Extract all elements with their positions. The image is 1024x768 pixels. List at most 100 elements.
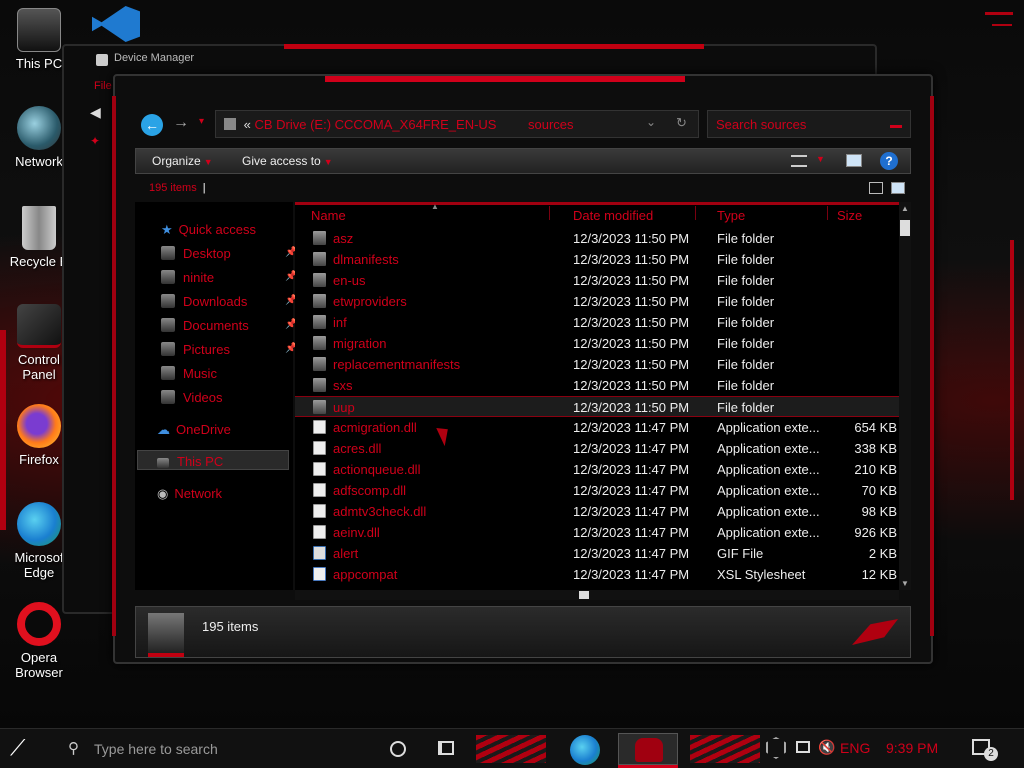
file-row[interactable]: aeinv.dll 12/3/2023 11:47 PM Application e…	[295, 522, 899, 543]
scroll-down-icon[interactable]: ▼	[901, 579, 909, 588]
organize-button[interactable]: Organize ▼	[152, 154, 213, 168]
address-bar[interactable]: « CB Drive (E:) CCCOMA_X64FRE_EN-US sour…	[215, 110, 699, 138]
file-date-modified: 12/3/2023 11:50 PM	[573, 400, 690, 415]
nav-item-ninite[interactable]: ninite 📌	[161, 270, 311, 285]
view-dropdown-icon[interactable]: ▼	[816, 154, 825, 164]
breadcrumb-current[interactable]: sources	[528, 117, 574, 132]
navigation-pane: ★ Quick access Desktop 📌 ninite 📌 Downloads…	[135, 202, 297, 590]
nav-quick-access[interactable]: ★ Quick access	[161, 222, 256, 238]
nav-onedrive[interactable]: ☁ OneDrive	[157, 422, 231, 438]
chevron-down-icon[interactable]: ⌄	[646, 115, 656, 129]
file-row[interactable]: inf 12/3/2023 11:50 PM File folder	[295, 312, 899, 333]
file-date-modified: 12/3/2023 11:50 PM	[573, 336, 690, 351]
forward-button[interactable]: →	[173, 114, 189, 132]
device-manager-icon	[96, 54, 108, 66]
folder-icon	[313, 252, 326, 266]
file-date-modified: 12/3/2023 11:47 PM	[573, 504, 690, 519]
breadcrumb-drive[interactable]: CB Drive (E:) CCCOMA_X64FRE_EN-US	[254, 117, 496, 132]
file-row[interactable]: migration 12/3/2023 11:50 PM File folder	[295, 333, 899, 354]
change-view-icon[interactable]	[791, 155, 807, 167]
column-header-type[interactable]: Type	[709, 202, 829, 223]
window-accent-bar	[284, 44, 704, 49]
search-icon[interactable]	[890, 125, 902, 128]
input-language[interactable]: ENG	[840, 740, 870, 756]
file-row[interactable]: sxs 12/3/2023 11:50 PM File folder	[295, 375, 899, 396]
nav-item-music[interactable]: Music	[161, 366, 217, 381]
recent-locations-button[interactable]: ▾	[199, 116, 204, 127]
clock[interactable]: 9:39 PM	[886, 740, 938, 756]
folder-icon	[313, 336, 326, 350]
horizontal-scrollbar[interactable]	[295, 590, 899, 600]
file-row[interactable]: acmigration.dll 12/3/2023 11:47 PM Applica…	[295, 417, 899, 438]
file-row[interactable]: dlmanifests 12/3/2023 11:50 PM File folder	[295, 249, 899, 270]
file-row[interactable]: asz 12/3/2023 11:50 PM File folder	[295, 228, 899, 249]
notification-center-icon[interactable]: 2	[972, 739, 998, 761]
taskbar-search-placeholder: Type here to search	[94, 741, 218, 757]
nav-item-documents[interactable]: Documents 📌	[161, 318, 311, 333]
rog-tray-icon[interactable]	[766, 737, 786, 759]
nav-this-pc[interactable]: This PC	[157, 454, 223, 469]
scrollbar-thumb[interactable]	[579, 591, 589, 599]
details-item-count: 195 items	[202, 619, 259, 634]
file-row[interactable]: actionqueue.dll 12/3/2023 11:47 PM Applica…	[295, 459, 899, 480]
file-row[interactable]: acres.dll 12/3/2023 11:47 PM Application e…	[295, 438, 899, 459]
taskbar-file-explorer-button[interactable]	[618, 733, 678, 765]
nav-item-pictures[interactable]: Pictures 📌	[161, 342, 311, 357]
nav-item-desktop[interactable]: Desktop 📌	[161, 246, 311, 261]
column-separator[interactable]	[695, 206, 696, 220]
nav-item-videos[interactable]: Videos	[161, 390, 223, 405]
vertical-scrollbar[interactable]: ▲ ▼	[899, 202, 911, 590]
column-separator[interactable]	[827, 206, 828, 220]
folder-icon	[313, 315, 326, 329]
column-header-size[interactable]: Size	[829, 202, 899, 223]
column-header-name[interactable]: Name	[295, 202, 565, 223]
file-row[interactable]: admtv3check.dll 12/3/2023 11:47 PM Applica…	[295, 501, 899, 522]
help-icon[interactable]: ?	[880, 152, 898, 170]
file-date-modified: 12/3/2023 11:47 PM	[573, 525, 690, 540]
breadcrumb-overflow[interactable]: «	[244, 117, 251, 132]
file-explorer-window[interactable]: ← → ▾ « CB Drive (E:) CCCOMA_X64FRE_EN-U…	[112, 74, 934, 664]
nav-network[interactable]: ◉ Network	[157, 486, 222, 502]
taskbar-edge-icon[interactable]	[570, 735, 600, 765]
dll-file-icon	[313, 441, 326, 455]
start-button[interactable]: ⟋	[10, 737, 48, 761]
file-type: File folder	[717, 336, 775, 351]
cortana-icon[interactable]	[390, 741, 406, 757]
file-row[interactable]: en-us 12/3/2023 11:50 PM File folder	[295, 270, 899, 291]
refresh-icon[interactable]: ↻	[676, 115, 687, 131]
nav-item-downloads[interactable]: Downloads 📌	[161, 294, 311, 309]
dll-file-icon	[313, 462, 326, 476]
globe-icon: ◉	[157, 486, 169, 501]
file-row[interactable]: replacementmanifests 12/3/2023 11:50 PM Fi…	[295, 354, 899, 375]
file-row[interactable]: etwproviders 12/3/2023 11:50 PM File folde…	[295, 291, 899, 312]
column-header-date[interactable]: Date modified	[565, 202, 709, 223]
folder-icon	[161, 246, 175, 260]
menu-file[interactable]: File	[94, 80, 112, 92]
file-type: Application exte...	[717, 504, 820, 519]
give-access-button[interactable]: Give access to ▼	[242, 154, 333, 168]
window-title: Device Manager	[114, 52, 195, 64]
network-tray-icon[interactable]	[796, 741, 810, 753]
folder-preview-icon	[148, 613, 184, 657]
file-type: File folder	[717, 231, 775, 246]
details-view-icon[interactable]	[869, 182, 883, 194]
search-input[interactable]: Search sources	[707, 110, 911, 138]
scroll-up-icon[interactable]: ▲	[901, 204, 909, 213]
file-row[interactable]: uup 12/3/2023 11:50 PM File folder	[295, 396, 899, 417]
file-row[interactable]: adfscomp.dll 12/3/2023 11:47 PM Applicatio…	[295, 480, 899, 501]
file-name: etwproviders	[333, 294, 407, 309]
file-type: Application exte...	[717, 420, 820, 435]
back-button[interactable]: ←	[141, 114, 163, 136]
column-separator[interactable]	[549, 206, 550, 220]
preview-pane-icon[interactable]	[846, 154, 862, 167]
taskbar-search-box[interactable]: ⚲ Type here to search	[60, 737, 380, 761]
file-row[interactable]: alert 12/3/2023 11:47 PM GIF File 2 KB	[295, 543, 899, 564]
file-list: Name ▲ Date modified Type Size asz 12/3/2…	[295, 202, 899, 590]
scrollbar-thumb[interactable]	[900, 220, 910, 236]
large-icons-view-icon[interactable]	[891, 182, 905, 194]
task-view-icon[interactable]	[438, 741, 454, 755]
file-row[interactable]: appcompat 12/3/2023 11:47 PM XSL Styleshee…	[295, 564, 899, 585]
back-arrow-icon[interactable]: ◀	[90, 104, 101, 121]
volume-muted-icon[interactable]: 🔇	[818, 739, 835, 756]
wallpaper-accent	[1010, 240, 1014, 500]
